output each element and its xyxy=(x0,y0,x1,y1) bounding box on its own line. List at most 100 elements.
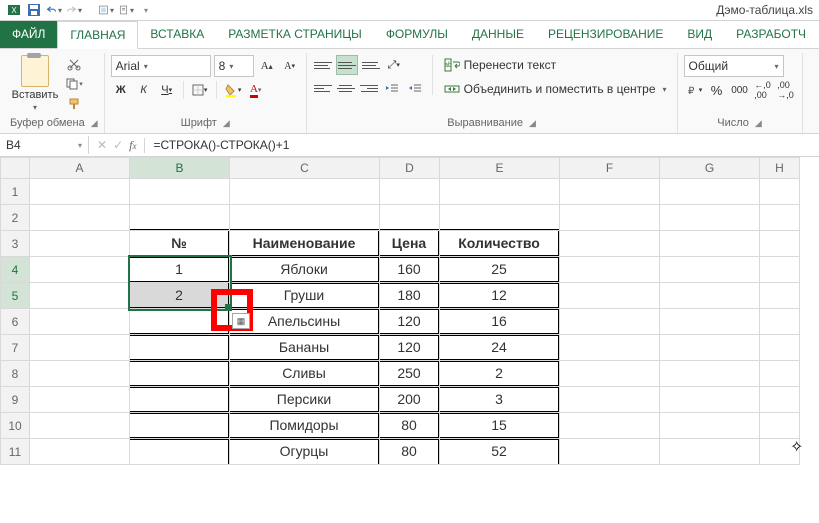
cell-C9[interactable]: Персики xyxy=(230,387,380,413)
align-center-button[interactable] xyxy=(336,79,356,97)
row-header-11[interactable]: 11 xyxy=(1,439,30,465)
align-bottom-button[interactable] xyxy=(361,56,381,74)
cell-E5[interactable]: 12 xyxy=(440,283,560,309)
cell-A11[interactable] xyxy=(30,439,130,465)
cell-D1[interactable] xyxy=(380,179,440,205)
cell-G5[interactable] xyxy=(660,283,760,309)
accept-formula-icon[interactable]: ✓ xyxy=(113,138,123,152)
cell-F1[interactable] xyxy=(560,179,660,205)
cancel-formula-icon[interactable]: ✕ xyxy=(97,138,107,152)
decrease-indent-button[interactable] xyxy=(382,79,402,97)
copy-button[interactable]: ▾ xyxy=(64,75,84,93)
cell-F3[interactable] xyxy=(560,231,660,257)
cell-B7[interactable] xyxy=(130,335,230,361)
cell-D10[interactable]: 80 xyxy=(380,413,440,439)
cell-H7[interactable] xyxy=(760,335,800,361)
wrap-text-button[interactable]: abПеренести текст xyxy=(440,55,671,75)
cell-H1[interactable] xyxy=(760,179,800,205)
borders-button[interactable]: ▾ xyxy=(190,81,210,99)
number-format-selector[interactable]: Общий▾ xyxy=(684,55,784,77)
cell-F8[interactable] xyxy=(560,361,660,387)
cell-D4[interactable]: 160 xyxy=(380,257,440,283)
cell-A7[interactable] xyxy=(30,335,130,361)
cell-C11[interactable]: Огурцы xyxy=(230,439,380,465)
cell-E4[interactable]: 25 xyxy=(440,257,560,283)
col-header-G[interactable]: G xyxy=(660,158,760,179)
qat-customize-button[interactable]: ▾ xyxy=(138,2,154,18)
cell-C5[interactable]: Груши xyxy=(230,283,380,309)
percent-button[interactable]: % xyxy=(707,81,727,99)
cell-B3[interactable]: № xyxy=(130,231,230,257)
tab-file[interactable]: ФАЙЛ xyxy=(0,21,57,48)
cell-E2[interactable] xyxy=(440,205,560,231)
cell-G3[interactable] xyxy=(660,231,760,257)
cell-F7[interactable] xyxy=(560,335,660,361)
cell-B9[interactable] xyxy=(130,387,230,413)
tab-view[interactable]: ВИД xyxy=(675,21,724,48)
print-preview-button[interactable] xyxy=(98,2,114,18)
row-header-6[interactable]: 6 xyxy=(1,309,30,335)
clipboard-launcher[interactable]: ◢ xyxy=(91,118,98,129)
underline-button[interactable]: Ч▾ xyxy=(157,81,177,99)
cell-E9[interactable]: 3 xyxy=(440,387,560,413)
cell-A4[interactable] xyxy=(30,257,130,283)
select-all-corner[interactable] xyxy=(1,158,30,179)
col-header-A[interactable]: A xyxy=(30,158,130,179)
cell-C1[interactable] xyxy=(230,179,380,205)
redo-button[interactable] xyxy=(66,2,82,18)
comma-button[interactable]: 000 xyxy=(730,81,750,99)
col-header-C[interactable]: C xyxy=(230,158,380,179)
cell-F5[interactable] xyxy=(560,283,660,309)
cell-B4[interactable]: 1 xyxy=(130,257,230,283)
name-box[interactable]: B4▾ xyxy=(0,136,89,154)
cell-A6[interactable] xyxy=(30,309,130,335)
cell-C3[interactable]: Наименование xyxy=(230,231,380,257)
cell-C7[interactable]: Бананы xyxy=(230,335,380,361)
cell-C2[interactable] xyxy=(230,205,380,231)
cell-B1[interactable] xyxy=(130,179,230,205)
italic-button[interactable]: К xyxy=(134,81,154,99)
cell-F9[interactable] xyxy=(560,387,660,413)
cut-button[interactable] xyxy=(64,55,84,73)
cell-D9[interactable]: 200 xyxy=(380,387,440,413)
cell-E8[interactable]: 2 xyxy=(440,361,560,387)
fill-color-button[interactable]: ▾ xyxy=(223,81,243,99)
formula-input[interactable]: =СТРОКА()-СТРОКА()+1 xyxy=(145,136,297,154)
cell-H8[interactable] xyxy=(760,361,800,387)
cell-H5[interactable] xyxy=(760,283,800,309)
cell-E3[interactable]: Количество xyxy=(440,231,560,257)
save-icon[interactable] xyxy=(26,2,42,18)
font-launcher[interactable]: ◢ xyxy=(223,118,230,129)
row-header-4[interactable]: 4 xyxy=(1,257,30,283)
cell-B2[interactable] xyxy=(130,205,230,231)
cell-D3[interactable]: Цена xyxy=(380,231,440,257)
cell-E11[interactable]: 52 xyxy=(440,439,560,465)
fx-icon[interactable]: fx xyxy=(129,138,136,153)
cell-A10[interactable] xyxy=(30,413,130,439)
cell-G7[interactable] xyxy=(660,335,760,361)
cell-A1[interactable] xyxy=(30,179,130,205)
cell-G4[interactable] xyxy=(660,257,760,283)
cell-D6[interactable]: 120 xyxy=(380,309,440,335)
cell-H6[interactable] xyxy=(760,309,800,335)
cell-B11[interactable] xyxy=(130,439,230,465)
row-header-1[interactable]: 1 xyxy=(1,179,30,205)
cell-H2[interactable] xyxy=(760,205,800,231)
worksheet-grid[interactable]: ABCDEFGH123№НаименованиеЦенаКоличество41… xyxy=(0,157,819,465)
row-header-7[interactable]: 7 xyxy=(1,335,30,361)
tab-home[interactable]: ГЛАВНАЯ xyxy=(57,21,138,49)
cell-G8[interactable] xyxy=(660,361,760,387)
row-header-10[interactable]: 10 xyxy=(1,413,30,439)
align-left-button[interactable] xyxy=(313,79,333,97)
font-color-button[interactable]: A▾ xyxy=(246,81,266,99)
increase-indent-button[interactable] xyxy=(405,79,425,97)
increase-font-button[interactable]: A▴ xyxy=(257,57,277,75)
bold-button[interactable]: Ж xyxy=(111,81,131,99)
cell-H4[interactable] xyxy=(760,257,800,283)
cell-E7[interactable]: 24 xyxy=(440,335,560,361)
cell-D8[interactable]: 250 xyxy=(380,361,440,387)
row-header-3[interactable]: 3 xyxy=(1,231,30,257)
cell-F4[interactable] xyxy=(560,257,660,283)
cell-B10[interactable] xyxy=(130,413,230,439)
cell-H3[interactable] xyxy=(760,231,800,257)
